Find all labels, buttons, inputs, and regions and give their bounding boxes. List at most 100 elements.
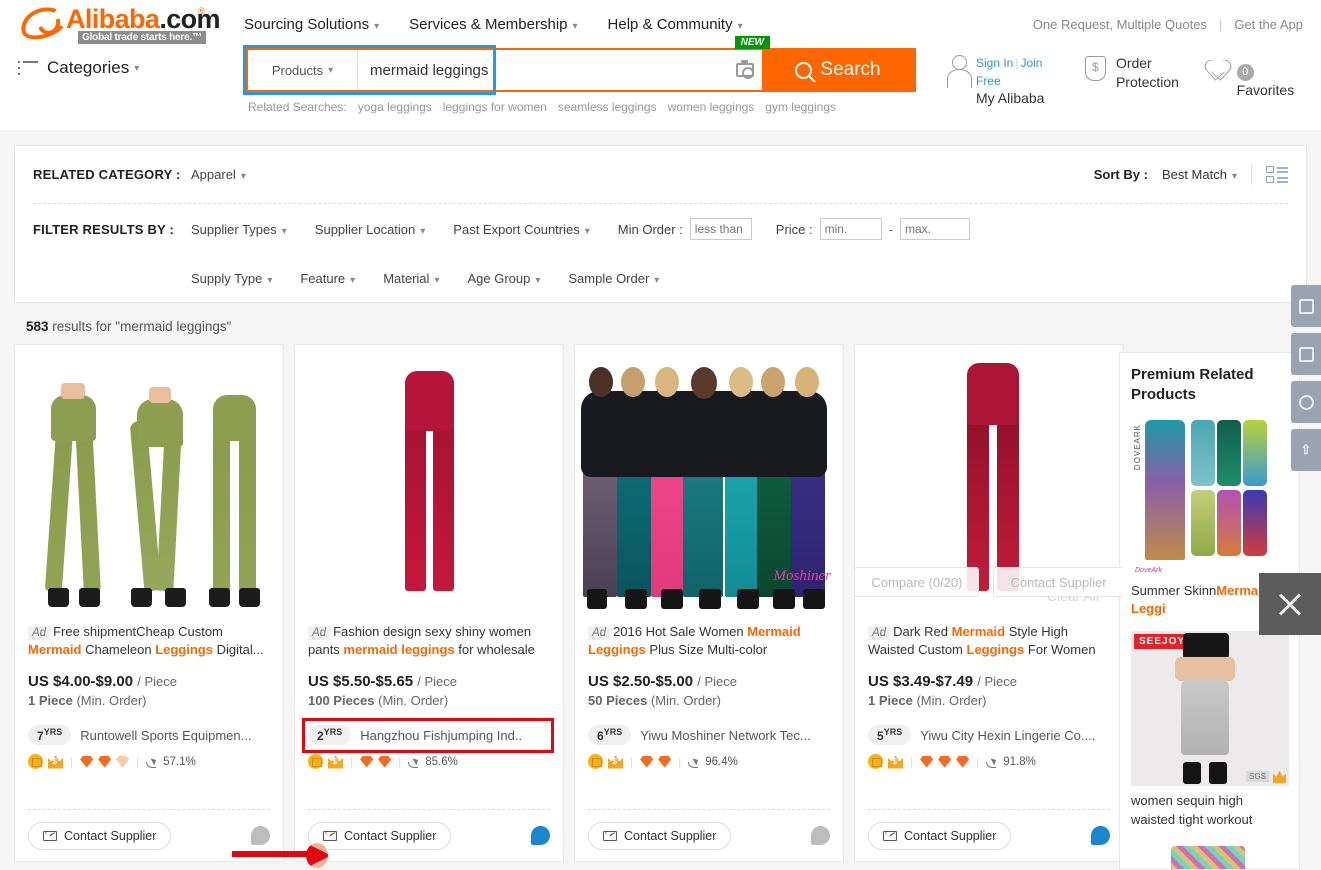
search-input[interactable] bbox=[358, 50, 728, 90]
filter-past-export-countries[interactable]: Past Export Countries ▾ bbox=[453, 222, 589, 237]
favorites-block[interactable]: 0Favorites bbox=[1205, 54, 1303, 100]
rail-button-top[interactable]: ⇧ bbox=[1291, 429, 1321, 471]
filter-label: Age Group bbox=[467, 270, 531, 286]
sort-controls: Sort By : Best Match ▾ bbox=[1094, 164, 1288, 185]
filter-supplier-location[interactable]: Supplier Location ▾ bbox=[315, 222, 426, 237]
sidebar-product-image-3[interactable] bbox=[1131, 839, 1289, 869]
supplier-name[interactable]: Yiwu Moshiner Network Tec... bbox=[640, 728, 811, 743]
product-card[interactable]: Ad Free shipmentCheap Custom Mermaid Cham… bbox=[14, 344, 284, 862]
header-bottom-row: Categories ▾ NEW Products ▾ Search Relat… bbox=[0, 36, 1321, 114]
supplier-name[interactable]: Hangzhou Fishjumping Ind.. bbox=[360, 728, 522, 743]
related-search-yoga-leggings[interactable]: yoga leggings bbox=[358, 100, 432, 114]
list-view-toggle-icon[interactable] bbox=[1266, 166, 1288, 183]
response-rate: 57.1% bbox=[146, 756, 196, 768]
supplier-row[interactable]: 7YRS Runtowell Sports Equipmen... bbox=[28, 725, 270, 745]
nav-item-help-community[interactable]: Help & Community ▾ bbox=[608, 16, 743, 33]
search-scope-dropdown[interactable]: Products ▾ bbox=[248, 50, 358, 90]
product-image[interactable]: Compare (0/20) Contact Supplier bbox=[855, 345, 1123, 613]
ad-badge: Ad bbox=[28, 626, 51, 640]
rail-button-message[interactable] bbox=[1291, 285, 1321, 327]
contact-supplier-button[interactable]: Contact Supplier bbox=[868, 821, 1012, 850]
product-title[interactable]: Ad Dark Red Mermaid Style High Waisted Cu… bbox=[868, 623, 1110, 661]
contact-supplier-button[interactable]: Contact Supplier bbox=[308, 821, 452, 850]
chat-now-icon-online[interactable] bbox=[531, 826, 550, 845]
supplier-row[interactable]: 6YRS Yiwu Moshiner Network Tec... bbox=[588, 725, 830, 745]
sidebar-product-image-2[interactable]: SEEJOY SGS bbox=[1131, 631, 1289, 787]
chat-now-icon-online[interactable] bbox=[1091, 826, 1110, 845]
contact-supplier-button[interactable]: Contact Supplier bbox=[28, 821, 172, 850]
search-button[interactable]: Search bbox=[762, 50, 914, 90]
supplier-years-badge: 5YRS bbox=[868, 725, 912, 745]
chevron-down-icon: ▾ bbox=[420, 225, 426, 237]
order-protection-line2: Protection bbox=[1115, 73, 1179, 90]
rail-button-cart[interactable] bbox=[1291, 333, 1321, 375]
nav-item-sourcing-solutions[interactable]: Sourcing Solutions ▾ bbox=[244, 16, 379, 33]
order-protection-block[interactable]: Order Protection bbox=[1082, 54, 1179, 92]
model-skin bbox=[1175, 657, 1235, 682]
categories-button[interactable]: Categories ▾ bbox=[18, 48, 246, 78]
supplier-row[interactable]: 2YRS Hangzhou Fishjumping Ind.. bbox=[302, 718, 554, 753]
supplier-name[interactable]: Runtowell Sports Equipmen... bbox=[80, 728, 251, 743]
related-category-apparel[interactable]: Apparel ▾ bbox=[191, 167, 246, 182]
title-text: Free shipmentCheap Custom bbox=[53, 624, 223, 639]
rail-button-compare[interactable] bbox=[1291, 381, 1321, 423]
alibaba-logo[interactable]: Alibaba.com ® Global trade starts here.™ bbox=[16, 1, 221, 46]
filter-feature[interactable]: Feature ▾ bbox=[300, 271, 355, 286]
filter-material[interactable]: Material ▾ bbox=[383, 271, 439, 286]
one-request-link[interactable]: One Request, Multiple Quotes bbox=[1033, 17, 1207, 32]
related-category-label: RELATED CATEGORY : bbox=[33, 167, 181, 182]
related-search-gym-leggings[interactable]: gym leggings bbox=[765, 100, 836, 114]
sort-by-dropdown[interactable]: Best Match ▾ bbox=[1162, 167, 1237, 182]
contact-supplier-overlay-button[interactable]: Contact Supplier bbox=[993, 567, 1123, 597]
product-title[interactable]: Ad Fashion design sexy shiny women pants … bbox=[308, 623, 550, 661]
product-image[interactable]: Moshiner bbox=[575, 345, 843, 613]
chat-now-icon-offline[interactable] bbox=[811, 826, 830, 845]
related-search-women-leggings[interactable]: women leggings bbox=[668, 100, 755, 114]
product-card[interactable]: Ad Fashion design sexy shiny women pants … bbox=[294, 344, 564, 862]
image-brand-mark: DoveArk bbox=[1135, 566, 1162, 574]
chevron-down-icon: ▾ bbox=[281, 225, 287, 237]
my-alibaba-block[interactable]: Sign In | Join Free My Alibaba bbox=[946, 54, 1056, 108]
product-title[interactable]: Ad Free shipmentCheap Custom Mermaid Cham… bbox=[28, 623, 270, 661]
price-max-input[interactable] bbox=[899, 218, 970, 240]
diamond-icon bbox=[658, 755, 672, 768]
arrow-head bbox=[306, 843, 328, 868]
trade-assurance-crown-icon bbox=[328, 755, 343, 769]
price-value: US $4.00-$9.00 bbox=[28, 673, 134, 690]
price-min-input[interactable] bbox=[819, 218, 882, 240]
compare-button[interactable]: Compare (0/20) bbox=[855, 567, 980, 597]
related-search-seamless-leggings[interactable]: seamless leggings bbox=[558, 100, 657, 114]
nav-item-services-membership[interactable]: Services & Membership ▾ bbox=[409, 16, 577, 33]
sidebar-product-name-2[interactable]: women sequin high waisted tight workout bbox=[1131, 792, 1288, 830]
product-card[interactable]: Moshiner Ad 2016 Hot Sale Women Mermaid L… bbox=[574, 344, 844, 862]
years-number: 5 bbox=[877, 729, 884, 743]
min-order-input[interactable] bbox=[689, 218, 752, 240]
sidebar-product-image-1[interactable]: DOVEARK DoveArk bbox=[1131, 417, 1289, 576]
gold-crown-icon bbox=[1273, 770, 1286, 784]
contact-supplier-button[interactable]: Contact Supplier bbox=[588, 821, 732, 850]
chevron-down-icon: ▾ bbox=[572, 20, 578, 32]
filter-sample-order[interactable]: Sample Order ▾ bbox=[568, 271, 659, 286]
price-value: US $3.49-$7.49 bbox=[868, 673, 974, 690]
image-search-button[interactable] bbox=[728, 50, 762, 90]
filter-supplier-types[interactable]: Supplier Types ▾ bbox=[191, 222, 287, 237]
related-searches: Related Searches: yoga leggings leggings… bbox=[246, 92, 916, 114]
sign-in-link[interactable]: Sign In bbox=[976, 56, 1013, 70]
sort-by-value: Best Match bbox=[1161, 167, 1227, 182]
close-overlay-button[interactable] bbox=[1259, 573, 1321, 635]
ad-badge: Ad bbox=[588, 626, 611, 640]
supplier-name[interactable]: Yiwu City Hexin Lingerie Co.... bbox=[920, 728, 1095, 743]
supplier-row[interactable]: 5YRS Yiwu City Hexin Lingerie Co.... bbox=[868, 725, 1110, 745]
get-the-app-link[interactable]: Get the App bbox=[1234, 17, 1303, 32]
related-search-leggings-for-women[interactable]: leggings for women bbox=[443, 100, 547, 114]
chat-now-icon-offline[interactable] bbox=[251, 826, 270, 845]
title-text: 2016 Hot Sale Women bbox=[613, 624, 748, 639]
product-image[interactable] bbox=[15, 345, 283, 613]
badge-divider: | bbox=[976, 754, 980, 769]
filter-age-group[interactable]: Age Group ▾ bbox=[467, 271, 540, 286]
product-image[interactable] bbox=[295, 345, 563, 613]
product-title[interactable]: Ad 2016 Hot Sale Women Mermaid Leggings P… bbox=[588, 623, 830, 661]
moq-value: 50 Pieces bbox=[588, 693, 648, 708]
filter-supply-type[interactable]: Supply Type ▾ bbox=[191, 271, 272, 286]
toolbar-divider bbox=[1251, 164, 1252, 185]
